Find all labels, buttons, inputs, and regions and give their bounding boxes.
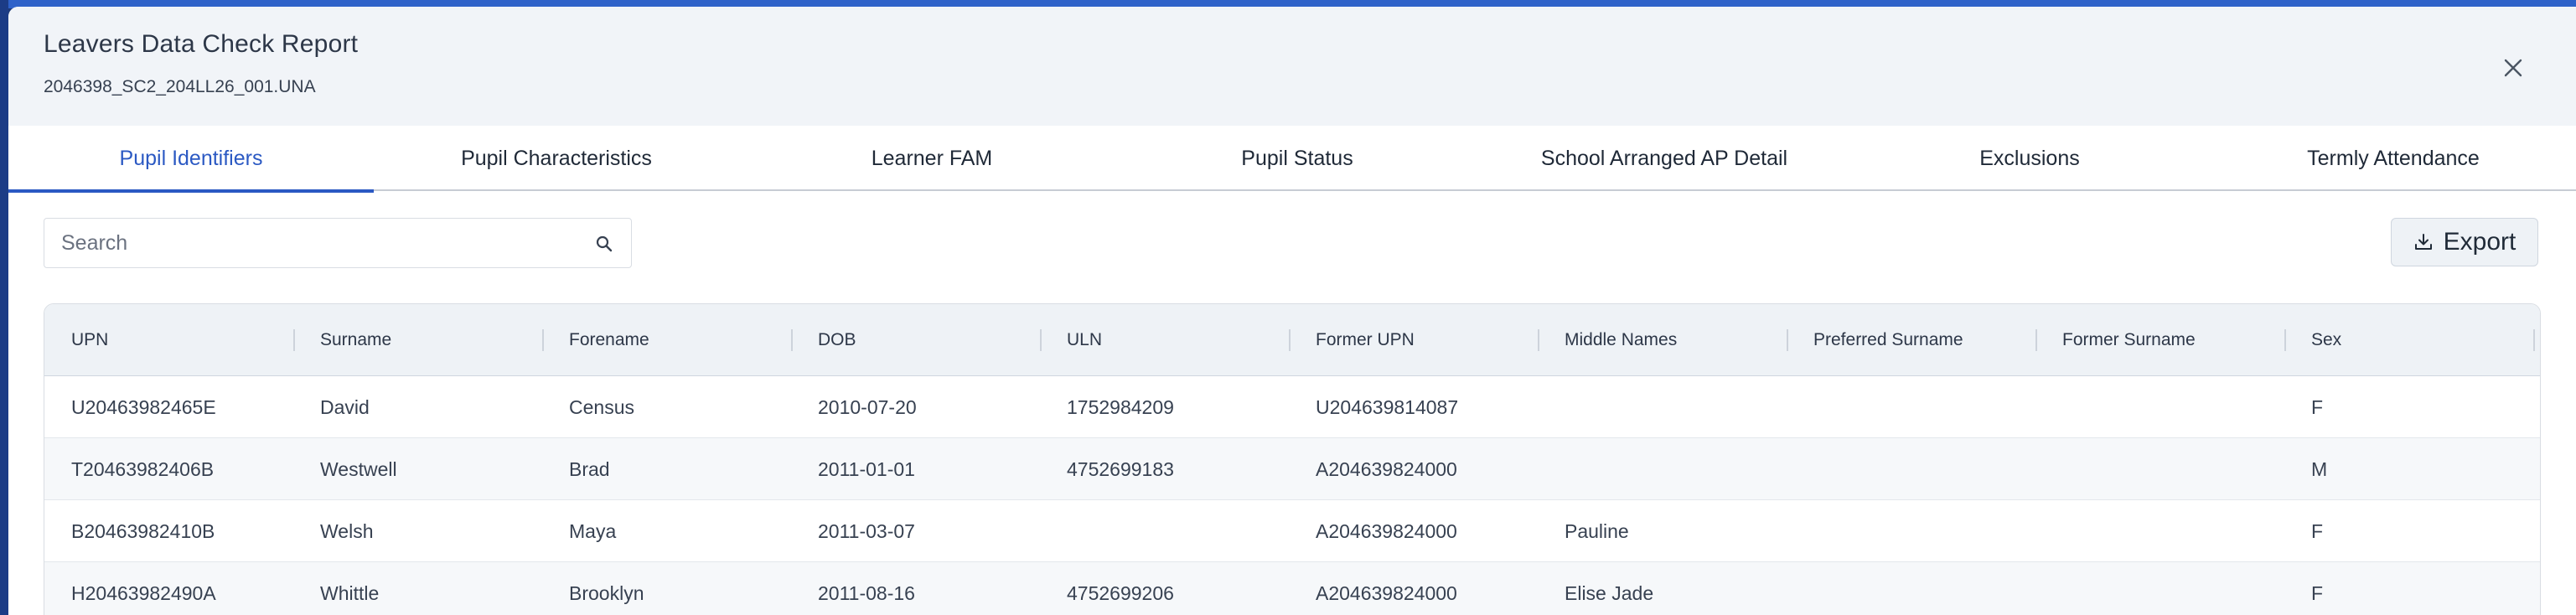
close-button[interactable] — [2501, 55, 2526, 80]
file-name: 2046398_SC2_204LL26_001.UNA — [44, 77, 316, 96]
table-header: UPN Surname Forename DOB ULN Former UPN … — [44, 304, 2540, 376]
tab-label: Pupil Identifiers — [119, 146, 263, 170]
tab-exclusions[interactable]: Exclusions — [1847, 126, 2212, 191]
export-button[interactable]: Export — [2391, 218, 2538, 266]
column-header-uln[interactable]: ULN — [1067, 304, 1102, 376]
column-resize-handle[interactable] — [1787, 329, 1788, 351]
export-label: Export — [2443, 228, 2517, 256]
cell-former-upn: U204639814087 — [1316, 395, 1459, 418]
column-header-forename[interactable]: Forename — [569, 304, 649, 376]
cell-surname: Whittle — [320, 581, 380, 604]
column-header-former-surname[interactable]: Former Surname — [2062, 304, 2196, 376]
column-header-sex[interactable]: Sex — [2311, 304, 2341, 376]
column-resize-handle[interactable] — [1289, 329, 1291, 351]
cell-dob: 2011-08-16 — [818, 581, 915, 604]
column-resize-handle[interactable] — [293, 329, 295, 351]
cell-forename: Brad — [569, 457, 610, 480]
tab-pupil-identifiers[interactable]: Pupil Identifiers — [8, 126, 374, 193]
column-header-upn[interactable]: UPN — [71, 304, 108, 376]
column-resize-handle[interactable] — [2284, 329, 2286, 351]
column-resize-handle[interactable] — [2035, 329, 2037, 351]
tab-school-arranged-ap-detail[interactable]: School Arranged AP Detail — [1482, 126, 1847, 191]
tab-label: Pupil Characteristics — [461, 146, 652, 170]
cell-uln: 4752699206 — [1067, 581, 1174, 604]
modal-title: Leavers Data Check Report — [44, 30, 359, 58]
column-header-surname[interactable]: Surname — [320, 304, 391, 376]
pupil-table: UPN Surname Forename DOB ULN Former UPN … — [44, 303, 2541, 615]
cell-upn: T20463982406B — [71, 457, 215, 480]
cell-sex: M — [2311, 457, 2328, 480]
cell-forename: Maya — [569, 519, 617, 542]
cell-forename: Brooklyn — [569, 581, 644, 604]
cell-former-upn: A204639824000 — [1316, 581, 1457, 604]
tab-bar: Pupil Identifiers Pupil Characteristics … — [8, 126, 2576, 193]
column-header-middle-names[interactable]: Middle Names — [1565, 304, 1677, 376]
column-resize-handle[interactable] — [2533, 329, 2535, 351]
report-modal: Leavers Data Check Report 2046398_SC2_20… — [8, 7, 2576, 615]
tab-label: Termly Attendance — [2307, 146, 2480, 170]
table-row[interactable]: B20463982410B Welsh Maya 2011-03-07 A204… — [44, 500, 2540, 562]
cell-surname: Westwell — [320, 457, 397, 480]
cell-uln: 4752699183 — [1067, 457, 1174, 480]
cell-former-upn: A204639824000 — [1316, 457, 1457, 480]
cell-surname: Welsh — [320, 519, 374, 542]
column-resize-handle[interactable] — [1538, 329, 1539, 351]
background-left-edge — [0, 0, 8, 615]
column-header-former-upn[interactable]: Former UPN — [1316, 304, 1415, 376]
table-row[interactable]: T20463982406B Westwell Brad 2011-01-01 4… — [44, 438, 2540, 500]
cell-forename: Census — [569, 395, 634, 418]
cell-upn: B20463982410B — [71, 519, 215, 542]
cell-sex: F — [2311, 581, 2324, 604]
column-resize-handle[interactable] — [1040, 329, 1042, 351]
table-row[interactable]: U20463982465E David Census 2010-07-20 17… — [44, 376, 2540, 438]
search-icon[interactable] — [594, 234, 614, 254]
tab-learner-fam[interactable]: Learner FAM — [749, 126, 1115, 191]
cell-sex: F — [2311, 519, 2324, 542]
close-icon — [2504, 59, 2522, 77]
modal-header: Leavers Data Check Report 2046398_SC2_20… — [8, 7, 2576, 126]
cell-uln: 1752984209 — [1067, 395, 1174, 418]
cell-sex: F — [2311, 395, 2324, 418]
tab-label: Exclusions — [1979, 146, 2080, 170]
column-resize-handle[interactable] — [791, 329, 793, 351]
tab-pupil-characteristics[interactable]: Pupil Characteristics — [374, 126, 739, 191]
tab-label: Pupil Status — [1241, 146, 1353, 170]
table-row[interactable]: H20463982490A Whittle Brooklyn 2011-08-1… — [44, 562, 2540, 615]
search-input[interactable] — [61, 219, 581, 267]
cell-dob: 2010-07-20 — [818, 395, 917, 418]
cell-upn: H20463982490A — [71, 581, 216, 604]
tab-pupil-status[interactable]: Pupil Status — [1115, 126, 1480, 191]
cell-dob: 2011-01-01 — [818, 457, 915, 480]
cell-former-upn: A204639824000 — [1316, 519, 1457, 542]
cell-surname: David — [320, 395, 370, 418]
cell-upn: U20463982465E — [71, 395, 216, 418]
tab-termly-attendance[interactable]: Termly Attendance — [2211, 126, 2576, 191]
active-tab-indicator — [8, 189, 374, 193]
cell-middle-names: Pauline — [1565, 519, 1629, 542]
column-resize-handle[interactable] — [542, 329, 544, 351]
tab-label: School Arranged AP Detail — [1540, 146, 1788, 170]
download-icon — [2414, 234, 2432, 250]
cell-middle-names: Elise Jade — [1565, 581, 1654, 604]
column-header-dob[interactable]: DOB — [818, 304, 856, 376]
search-box — [44, 218, 632, 268]
column-header-preferred-surname[interactable]: Preferred Surname — [1813, 304, 1963, 376]
tab-label: Learner FAM — [871, 146, 993, 170]
cell-dob: 2011-03-07 — [818, 519, 915, 542]
